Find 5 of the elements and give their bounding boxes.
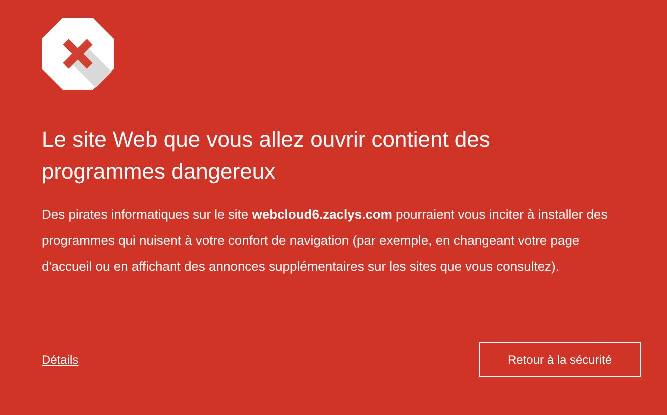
warning-message: Des pirates informatiques sur le site webcloud6.zaclys.com pourraient vous inciter à installer des programmes qui nuisent à votre confort de navigation (par exemple, en changeant votre page d'accueil ou en affichant des annonces supplémentaires sur les sites que vous consultez).: [42, 206, 609, 276]
warning-icon: [42, 18, 114, 90]
details-link[interactable]: Détails: [42, 350, 79, 368]
warning-title: Le site Web que vous allez ouvrir contient des programmes dangereux: [42, 126, 492, 186]
back-to-safety-button[interactable]: Retour à la sécurité: [479, 342, 641, 377]
